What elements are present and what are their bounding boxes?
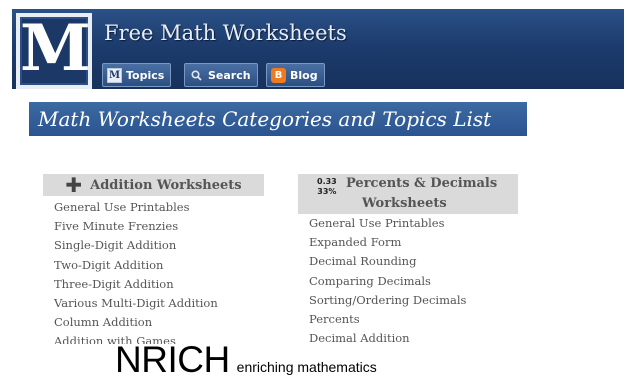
search-button[interactable]: Search — [184, 63, 258, 87]
blogger-icon: B — [271, 67, 286, 83]
logo-letter: M — [20, 11, 91, 86]
blog-label: Blog — [290, 68, 318, 82]
m-logo-icon: M — [107, 67, 122, 83]
page-title: Math Worksheets Categories and Topics Li… — [38, 107, 492, 131]
list-item[interactable]: Decimal Rounding — [309, 254, 466, 273]
list-item[interactable]: Sorting/Ordering Decimals — [309, 293, 466, 312]
percents-category-title-line1: Percents & Decimals — [346, 176, 498, 191]
percent-decimal-icon: 0.33 33% — [317, 177, 337, 197]
list-item[interactable]: Comparing Decimals — [309, 274, 466, 293]
percents-category-title-line2: Worksheets — [362, 196, 447, 211]
percents-topic-list: General Use Printables Expanded Form Dec… — [309, 216, 466, 350]
list-item[interactable]: Various Multi-Digit Addition — [54, 296, 218, 315]
list-item[interactable]: Expanded Form — [309, 235, 466, 254]
percents-category-header[interactable]: 0.33 33% Percents & Decimals Worksheets — [298, 174, 518, 214]
percent-icon-top: 0.33 — [317, 177, 337, 186]
list-item[interactable]: Three-Digit Addition — [54, 277, 218, 296]
percent-icon-bottom: 33% — [317, 187, 337, 196]
topics-button[interactable]: M Topics — [102, 63, 172, 87]
list-item[interactable]: Single-Digit Addition — [54, 238, 218, 257]
list-item[interactable]: Two-Digit Addition — [54, 258, 218, 277]
plus-icon: ✚ — [65, 173, 83, 197]
list-item[interactable]: Five Minute Frenzies — [54, 219, 218, 238]
site-header: M Free Math Worksheets M Topics Search B… — [12, 9, 624, 89]
nrich-logo[interactable]: NRICH enriching mathematics — [115, 340, 377, 378]
topics-label: Topics — [126, 68, 165, 82]
list-item[interactable]: General Use Printables — [309, 216, 466, 235]
nrich-wordmark: NRICH — [115, 339, 230, 378]
blog-button[interactable]: B Blog — [266, 63, 325, 87]
addition-category-header[interactable]: ✚ Addition Worksheets — [43, 174, 264, 196]
addition-category-title: Addition Worksheets — [90, 177, 242, 193]
list-item[interactable]: Column Addition — [54, 315, 218, 334]
nrich-tagline: enriching mathematics — [236, 359, 377, 375]
search-icon — [189, 68, 204, 83]
site-title[interactable]: Free Math Worksheets — [104, 21, 347, 45]
addition-topic-list: General Use Printables Five Minute Frenz… — [54, 200, 218, 354]
search-label: Search — [208, 68, 251, 82]
list-item[interactable]: Percents — [309, 312, 466, 331]
list-item[interactable]: General Use Printables — [54, 200, 218, 219]
site-logo[interactable]: M — [16, 11, 92, 89]
section-title-bar: Math Worksheets Categories and Topics Li… — [29, 102, 527, 136]
